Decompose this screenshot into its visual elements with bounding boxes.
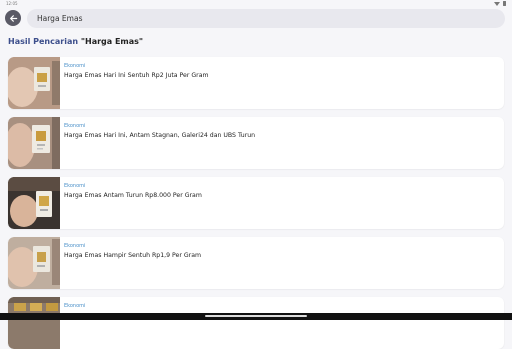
search-input[interactable] [37,14,505,23]
back-button[interactable] [5,10,21,26]
status-time: 12:05 [6,1,18,6]
system-nav-bar [0,313,512,320]
article-category: Ekonomi [64,123,86,129]
results-title: Hasil Pencarian "Harga Emas" [8,37,143,46]
status-icons [494,1,506,6]
article-category: Ekonomi [64,243,86,249]
article-headline[interactable]: Harga Emas Antam Turun Rp8.000 Per Gram [64,192,202,199]
results-title-prefix: Hasil Pencarian [8,37,81,46]
list-item[interactable]: Ekonomi Harga Emas Hampir Sentuh Rp1,9 P… [8,237,504,289]
list-item[interactable]: Ekonomi Harga Emas Hari Ini Sentuh Rp2 J… [8,57,504,109]
article-thumbnail [8,117,60,169]
arrow-left-icon [9,14,17,22]
search-box[interactable] [27,9,505,28]
article-category: Ekonomi [64,303,86,309]
article-headline[interactable]: Harga Emas Hampir Sentuh Rp1,9 Per Gram [64,252,201,259]
battery-icon [503,1,506,6]
article-category: Ekonomi [64,183,86,189]
search-header [0,8,512,30]
home-gesture-handle[interactable] [205,315,307,317]
article-headline[interactable]: Harga Emas Hari Ini, Antam Stagnan, Gale… [64,132,255,139]
article-thumbnail [8,297,60,349]
article-headline[interactable]: Harga Emas Hari Ini Sentuh Rp2 Juta Per … [64,72,209,79]
status-bar: 12:05 [0,0,512,8]
article-thumbnail [8,177,60,229]
wifi-icon [494,1,500,6]
results-title-query: "Harga Emas" [80,37,144,46]
list-item[interactable]: Ekonomi Harga Emas Hari Ini, Antam Stagn… [8,117,504,169]
list-item[interactable]: Ekonomi Harga Emas Antam Turun Rp8.000 P… [8,177,504,229]
article-thumbnail [8,237,60,289]
list-item[interactable]: Ekonomi [8,297,504,349]
article-thumbnail [8,57,60,109]
article-category: Ekonomi [64,63,86,69]
